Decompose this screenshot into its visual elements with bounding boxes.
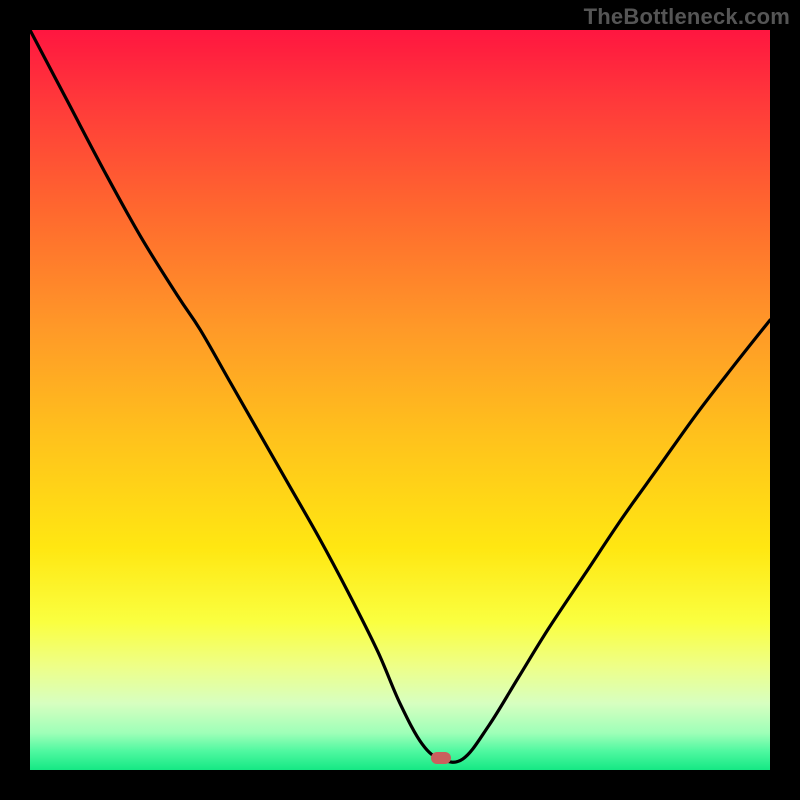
curve-minimum-marker: [431, 752, 451, 764]
watermark-text: TheBottleneck.com: [584, 4, 790, 30]
plot-curve: [30, 30, 770, 770]
plot-frame: [30, 30, 770, 770]
chart-stage: TheBottleneck.com: [0, 0, 800, 800]
